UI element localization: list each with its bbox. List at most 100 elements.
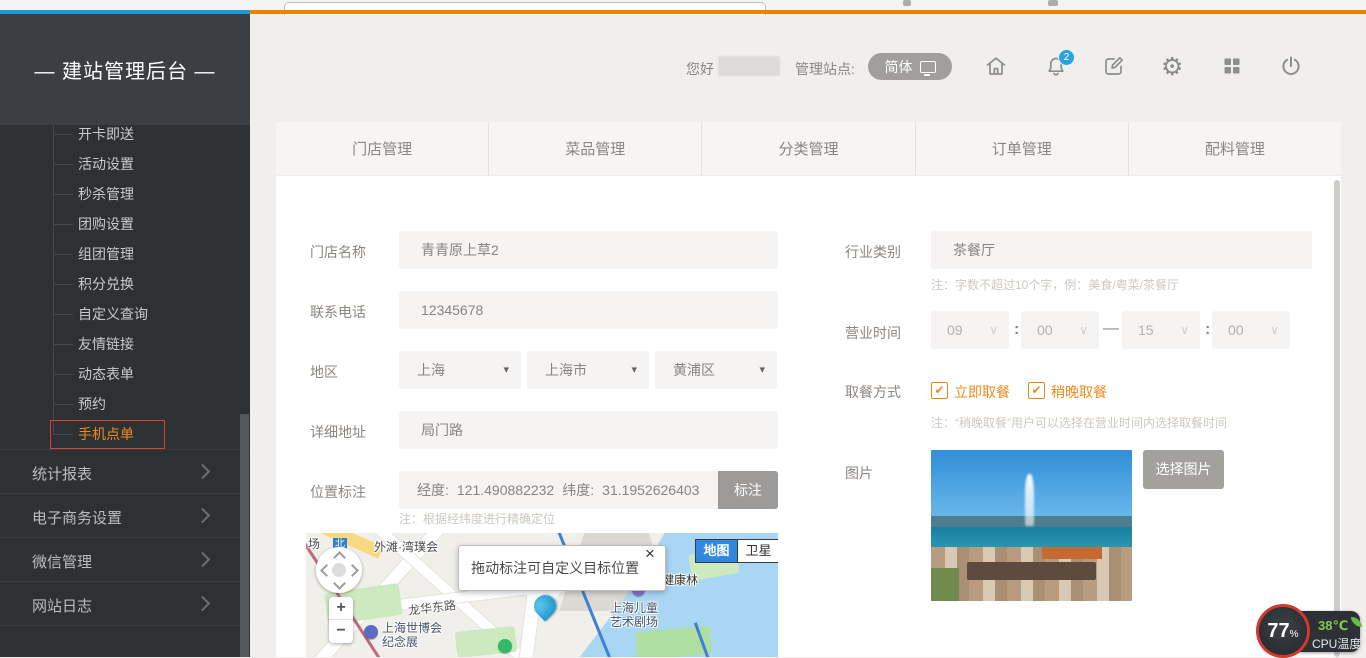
industry-label: 行业类别 (845, 242, 901, 262)
map-label-waitan: 外滩·湾璞会 (374, 538, 438, 555)
museum-poi-icon (364, 625, 378, 639)
sidebar-item-dongtaibiaodan[interactable]: 动态表单 (0, 359, 250, 389)
content-panel: 门店名称 青青原上草2 联系电话 12345678 地区 上海 上海市 黄浦区 … (276, 176, 1341, 657)
chevron-right-icon (195, 508, 211, 524)
industry-note: 注：字数不超过10个字，例：美食/粤菜/茶餐厅 (931, 276, 1179, 293)
location-label: 位置标注 (310, 482, 366, 502)
sidebar-section-tongjibaobiao[interactable]: 统计报表 (0, 449, 250, 493)
map-label-partial: 场 (308, 535, 320, 552)
notifications-bell-icon[interactable]: 2 (1044, 54, 1068, 80)
hours-label: 营业时间 (845, 323, 901, 343)
sidebar-item-huodongshezhi[interactable]: 活动设置 (0, 149, 250, 179)
map-mode-switcher[interactable]: 地图 卫星 (695, 539, 778, 563)
park-poi-icon (498, 639, 512, 653)
map-info-bubble: 拖动标注可自定义目标位置 × (458, 545, 666, 591)
district-select[interactable]: 黄浦区 (655, 351, 777, 389)
lat-label: 纬度: (562, 480, 594, 500)
sidebar-submenu: 开卡即送 活动设置 秒杀管理 团购设置 组团管理 积分兑换 自定义查询 友情链接… (0, 125, 250, 449)
browser-strip (0, 0, 1366, 10)
cpu-temp-label: CPU温度 (1312, 635, 1361, 652)
notification-badge: 2 (1058, 49, 1075, 66)
city-select[interactable]: 上海市 (527, 351, 649, 389)
sidebar-header: — 建站管理后台 — (0, 14, 250, 125)
pan-down-icon[interactable] (333, 577, 346, 590)
greeting-text: 您好 (686, 59, 714, 79)
zoom-out-button[interactable]: − (329, 620, 353, 642)
sidebar-item-jifenduihuan[interactable]: 积分兑换 (0, 269, 250, 299)
cpu-percent-unit: % (1290, 629, 1299, 640)
store-photo-thumbnail (931, 450, 1132, 601)
sidebar-item-yuyue[interactable]: 预约 (0, 389, 250, 419)
end-hour-select[interactable]: 15 (1122, 311, 1200, 349)
sidebar-section-weixinguanli[interactable]: 微信管理 (0, 537, 250, 581)
pan-up-icon[interactable] (333, 551, 346, 564)
pan-left-icon[interactable] (320, 564, 333, 577)
sidebar-section-dianzishangwu[interactable]: 电子商务设置 (0, 493, 250, 537)
content-scrollbar[interactable] (1334, 180, 1340, 657)
sidebar-item-kaikajisong[interactable]: 开卡即送 (0, 119, 250, 149)
map-label-children-2: 艺术剧场 (610, 613, 658, 630)
sidebar-sections: 统计报表 电子商务设置 微信管理 网站日志 (0, 449, 250, 626)
time-dash: — (1103, 320, 1119, 338)
region-label: 地区 (310, 362, 338, 382)
industry-input[interactable]: 茶餐厅 (931, 231, 1312, 269)
tab-ingredient-management[interactable]: 配料管理 (1129, 122, 1341, 175)
store-name-input[interactable]: 青青原上草2 (399, 231, 778, 269)
pickup-now-checkbox[interactable]: ✔ (931, 382, 948, 399)
toolbar-icon-sliver (903, 0, 911, 6)
pan-center-dot[interactable] (332, 563, 346, 577)
language-pill-button[interactable]: 简体 (868, 53, 952, 80)
map-label-expo-2: 纪念展 (382, 633, 418, 650)
map-widget[interactable]: 场 外滩·湾璞会 龙华东路 上海世博会 纪念展 上海儿童 艺术剧场 健康林 北 … (306, 533, 778, 657)
lng-value: 121.490882232 (457, 482, 554, 498)
home-icon[interactable] (984, 54, 1008, 80)
location-note: 注：根据经纬度进行精确定位 (399, 510, 555, 527)
phone-input[interactable]: 12345678 (399, 291, 778, 329)
pickup-later-checkbox[interactable]: ✔ (1028, 382, 1045, 399)
pickup-now-label[interactable]: 立即取餐 (954, 382, 1010, 402)
pan-right-icon[interactable] (346, 564, 359, 577)
lat-value: 31.1952626403 (602, 482, 699, 498)
sidebar-scrollbar[interactable] (240, 414, 249, 657)
chevron-right-icon (195, 596, 211, 612)
manage-site-label: 管理站点: (795, 59, 855, 79)
province-select[interactable]: 上海 (399, 351, 521, 389)
tab-category-management[interactable]: 分类管理 (702, 122, 915, 175)
username-blurred (718, 56, 780, 76)
end-minute-select[interactable]: 00 (1212, 311, 1290, 349)
settings-gear-icon[interactable]: ⚙ (1161, 54, 1185, 80)
mark-button[interactable]: 标注 (718, 471, 778, 509)
tab-store-management[interactable]: 门店管理 (276, 122, 489, 175)
sidebar-item-zidingyichaxun[interactable]: 自定义查询 (0, 299, 250, 329)
sidebar-item-zutuanguanli[interactable]: 组团管理 (0, 239, 250, 269)
coordinates-box[interactable]: 经度: 121.490882232 纬度: 31.1952626403 (399, 471, 718, 509)
chevron-right-icon (195, 552, 211, 568)
tab-dish-management[interactable]: 菜品管理 (489, 122, 702, 175)
lng-label: 经度: (417, 480, 449, 500)
cpu-temp-value: 38℃ (1318, 618, 1348, 634)
cpu-usage-gauge[interactable]: 77 % (1256, 604, 1310, 658)
power-icon[interactable] (1279, 54, 1303, 80)
tab-bar: 门店管理 菜品管理 分类管理 订单管理 配料管理 (276, 122, 1341, 176)
zoom-in-button[interactable]: + (329, 597, 353, 620)
start-hour-select[interactable]: 09 (931, 311, 1009, 349)
sidebar-item-tuangoushezhi[interactable]: 团购设置 (0, 209, 250, 239)
start-minute-select[interactable]: 00 (1021, 311, 1099, 349)
page-header: 您好 管理站点: 简体 2 ⚙ (250, 14, 1366, 125)
store-name-label: 门店名称 (310, 242, 366, 262)
sidebar-item-youqinglianjie[interactable]: 友情链接 (0, 329, 250, 359)
address-input[interactable]: 局门路 (399, 411, 778, 449)
map-zoom-control[interactable]: + − (329, 597, 353, 643)
pickup-later-label[interactable]: 稍晚取餐 (1051, 382, 1107, 402)
pickup-label: 取餐方式 (845, 382, 901, 402)
choose-image-button[interactable]: 选择图片 (1143, 450, 1224, 489)
sidebar-section-wangzhanrizhi[interactable]: 网站日志 (0, 581, 250, 625)
edit-icon[interactable] (1102, 54, 1126, 80)
map-pan-control[interactable] (316, 547, 362, 593)
sidebar-item-miaoshaguanli[interactable]: 秒杀管理 (0, 179, 250, 209)
mode-satellite-button[interactable]: 卫星 (737, 540, 778, 562)
bubble-close-icon[interactable]: × (645, 544, 655, 563)
apps-grid-icon[interactable] (1220, 54, 1244, 80)
tab-order-management[interactable]: 订单管理 (916, 122, 1129, 175)
mode-map-button[interactable]: 地图 (696, 540, 737, 562)
